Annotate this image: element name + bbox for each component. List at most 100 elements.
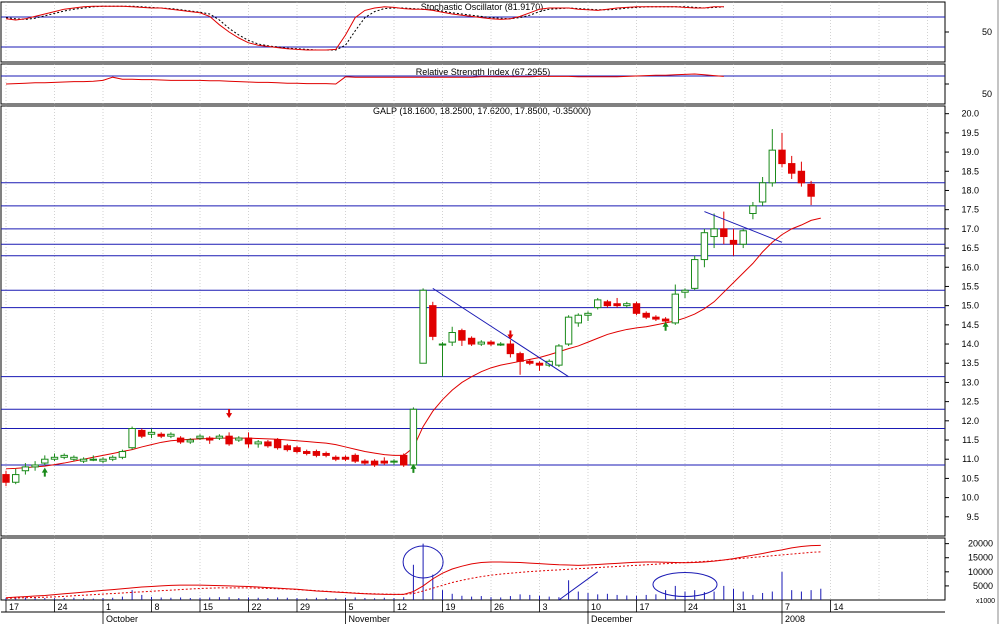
- x-axis-day-label: 5: [349, 602, 354, 612]
- candle-body: [487, 341, 495, 345]
- candle-body: [303, 451, 311, 454]
- candle-body: [138, 429, 146, 437]
- candle-body: [477, 341, 486, 345]
- x-axis-day-label: 1: [106, 602, 111, 612]
- candle-body: [21, 466, 30, 472]
- candle-body: [467, 337, 476, 345]
- x-axis-day-label: 31: [737, 602, 747, 612]
- candle-body: [497, 343, 505, 346]
- volume-tick-label: 15000: [968, 553, 993, 563]
- candle-body: [89, 458, 97, 461]
- volume-tick-label: 10000: [968, 567, 993, 577]
- candle-body: [31, 464, 39, 468]
- x-axis-month-label: November: [349, 614, 391, 624]
- x-axis-day-label: 8: [155, 602, 160, 612]
- stock-chart: Stochastic Oscillator (81.9170) Relative…: [0, 0, 999, 624]
- x-axis-day-label: 12: [397, 602, 407, 612]
- candle-body: [438, 343, 447, 346]
- price-tick-label: 13.5: [961, 358, 979, 368]
- candle-body: [312, 451, 321, 456]
- candle-body: [429, 305, 437, 337]
- candle-body: [700, 232, 709, 261]
- candle-body: [176, 437, 185, 443]
- price-tick-label: 16.5: [961, 243, 979, 253]
- candle-body: [12, 474, 20, 483]
- candle-body: [225, 435, 233, 445]
- x-axis-day-label: 29: [300, 602, 310, 612]
- x-axis-day-label: 15: [203, 602, 213, 612]
- candle-body: [623, 303, 631, 307]
- candle-body: [584, 312, 592, 316]
- candle-body: [710, 228, 718, 238]
- candle-body: [652, 316, 660, 320]
- price-tick-label: 9.5: [966, 512, 979, 522]
- candle-body: [264, 441, 272, 447]
- candle-body: [613, 303, 621, 307]
- volume-tick-label: 5000: [973, 581, 993, 591]
- price-tick-label: 17.0: [961, 224, 979, 234]
- candle-body: [322, 452, 330, 456]
- x-axis-day-label: 19: [446, 602, 456, 612]
- candle-body: [458, 330, 466, 341]
- candle-body: [564, 316, 573, 345]
- price-title: GALP (18.1600, 18.2500, 17.6200, 17.8500…: [373, 106, 591, 116]
- candle-body: [603, 301, 612, 307]
- sell-arrow-icon: [226, 409, 233, 419]
- price-tick-label: 10.0: [961, 493, 979, 503]
- price-tick-label: 20.0: [961, 109, 979, 119]
- candle-body: [99, 458, 107, 462]
- x-axis-month-label: 2008: [785, 614, 805, 624]
- candle-body: [535, 362, 544, 366]
- candle-body: [147, 431, 156, 435]
- price-tick-label: 16.0: [961, 262, 979, 272]
- candle-body: [79, 458, 88, 462]
- candle-body: [758, 182, 767, 203]
- candle-body: [720, 228, 728, 238]
- x-axis-day-label: 14: [834, 602, 844, 612]
- price-tick-label: 10.5: [961, 473, 979, 483]
- candle-body: [729, 239, 738, 245]
- candle-body: [215, 435, 224, 439]
- candle-body: [419, 289, 427, 364]
- candle-body: [341, 456, 350, 460]
- candle-body: [167, 433, 175, 437]
- candle-body: [235, 437, 243, 441]
- candle-body: [370, 460, 379, 466]
- price-tick-label: 11.0: [962, 454, 979, 464]
- price-tick-label: 13.0: [961, 377, 979, 387]
- candle-body: [361, 460, 369, 464]
- price-tick-label: 12.5: [961, 397, 979, 407]
- panel-frame-vol: [0, 537, 946, 601]
- candle-body: [351, 454, 359, 462]
- candle-body: [516, 353, 524, 362]
- candle-body: [50, 456, 59, 460]
- price-tick-label: 14.0: [961, 339, 979, 349]
- candle-body: [526, 360, 534, 364]
- candle-body: [788, 163, 796, 174]
- candle-body: [254, 441, 262, 445]
- candle-body: [186, 439, 195, 443]
- candle-body: [574, 314, 582, 324]
- volume-tick-label: 20000: [968, 539, 993, 549]
- candle-body: [118, 451, 127, 458]
- x-axis-month-label: December: [591, 614, 633, 624]
- candle-body: [380, 460, 389, 464]
- candle-body: [691, 259, 699, 289]
- sell-arrow-icon: [507, 330, 514, 340]
- candle-body: [448, 332, 456, 343]
- candle-body: [400, 454, 408, 466]
- candle-body: [244, 437, 253, 445]
- candle-body: [273, 439, 282, 449]
- candle-body: [642, 312, 650, 318]
- price-tick-label: 19.0: [961, 147, 979, 157]
- candle-body: [739, 230, 747, 245]
- candle-body: [390, 460, 398, 463]
- rsi-axis-label: 50: [982, 89, 992, 99]
- candle-body: [206, 437, 214, 441]
- stochastic-signal-line: [5, 5, 724, 51]
- candle-body: [409, 408, 418, 466]
- panel-frame-price: [0, 105, 946, 537]
- price-tick-label: 11.5: [962, 435, 979, 445]
- candle-body: [196, 435, 204, 439]
- x-axis-day-label: 7: [785, 602, 790, 612]
